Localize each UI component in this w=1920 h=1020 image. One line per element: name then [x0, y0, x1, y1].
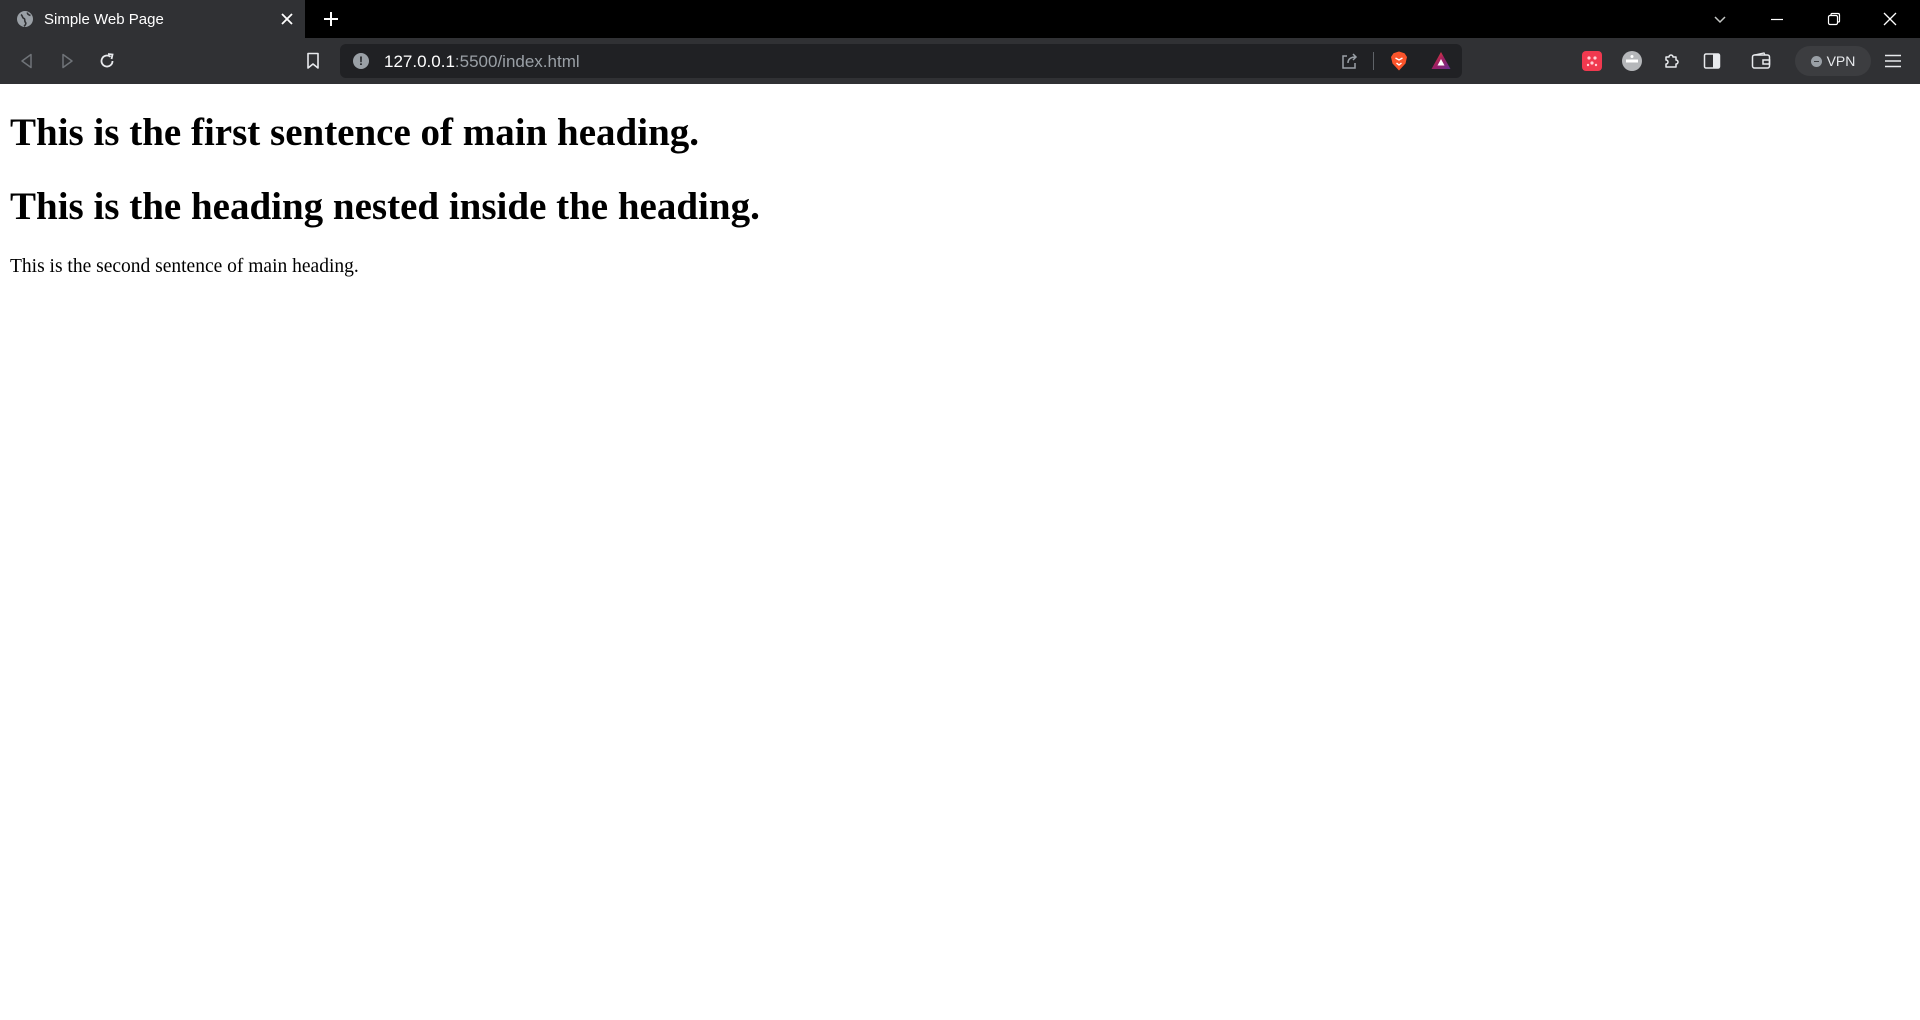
forward-button[interactable] — [54, 48, 80, 74]
main-menu-icon[interactable] — [1881, 49, 1905, 73]
globe-icon — [16, 10, 34, 28]
reload-button[interactable] — [94, 48, 120, 74]
restore-button[interactable] — [1821, 6, 1847, 32]
site-info-icon[interactable]: ! — [353, 53, 369, 69]
share-icon[interactable] — [1339, 51, 1359, 71]
page-content: This is the first sentence of main headi… — [0, 84, 1920, 1020]
tab-title: Simple Web Page — [44, 10, 164, 28]
url-text[interactable]: 127.0.0.1:5500/index.html — [384, 52, 580, 72]
vpn-status-icon — [1810, 55, 1822, 67]
url-path: :5500/index.html — [454, 52, 580, 71]
address-bar[interactable]: ! 127.0.0.1:5500/index.html — [340, 44, 1462, 78]
extension-red-icon[interactable] — [1580, 49, 1604, 73]
url-host: 127.0.0.1 — [384, 52, 455, 71]
vpn-label: VPN — [1826, 53, 1856, 69]
omnibox-divider — [1373, 52, 1374, 70]
paragraph-text: This is the second sentence of main head… — [10, 256, 359, 277]
new-tab-button[interactable] — [320, 8, 342, 30]
extensions-puzzle-icon[interactable] — [1660, 49, 1684, 73]
sidebar-toggle-icon[interactable] — [1700, 49, 1724, 73]
tab-search-chevron-icon[interactable] — [1707, 6, 1733, 32]
extension-gray-icon[interactable] — [1620, 49, 1644, 73]
vpn-button[interactable]: VPN — [1795, 46, 1871, 76]
close-tab-icon[interactable] — [277, 9, 297, 29]
tab-simple-web-page[interactable]: Simple Web Page — [0, 0, 305, 38]
browser-window: Simple Web Page ! 127.0.0.1:5500/index.h… — [0, 0, 1920, 1020]
bookmark-button[interactable] — [300, 48, 326, 74]
back-button[interactable] — [14, 48, 40, 74]
wallet-icon[interactable] — [1749, 49, 1773, 73]
tab-strip: Simple Web Page — [0, 0, 1920, 38]
close-window-button[interactable] — [1877, 6, 1903, 32]
main-heading: This is the first sentence of main headi… — [10, 111, 700, 154]
nested-heading: This is the heading nested inside the he… — [10, 185, 760, 228]
brave-shields-icon[interactable] — [1388, 50, 1410, 72]
toolbar: ! 127.0.0.1:5500/index.html VPN — [0, 38, 1920, 84]
minimize-button[interactable] — [1764, 6, 1790, 32]
brave-rewards-icon[interactable] — [1430, 50, 1452, 72]
